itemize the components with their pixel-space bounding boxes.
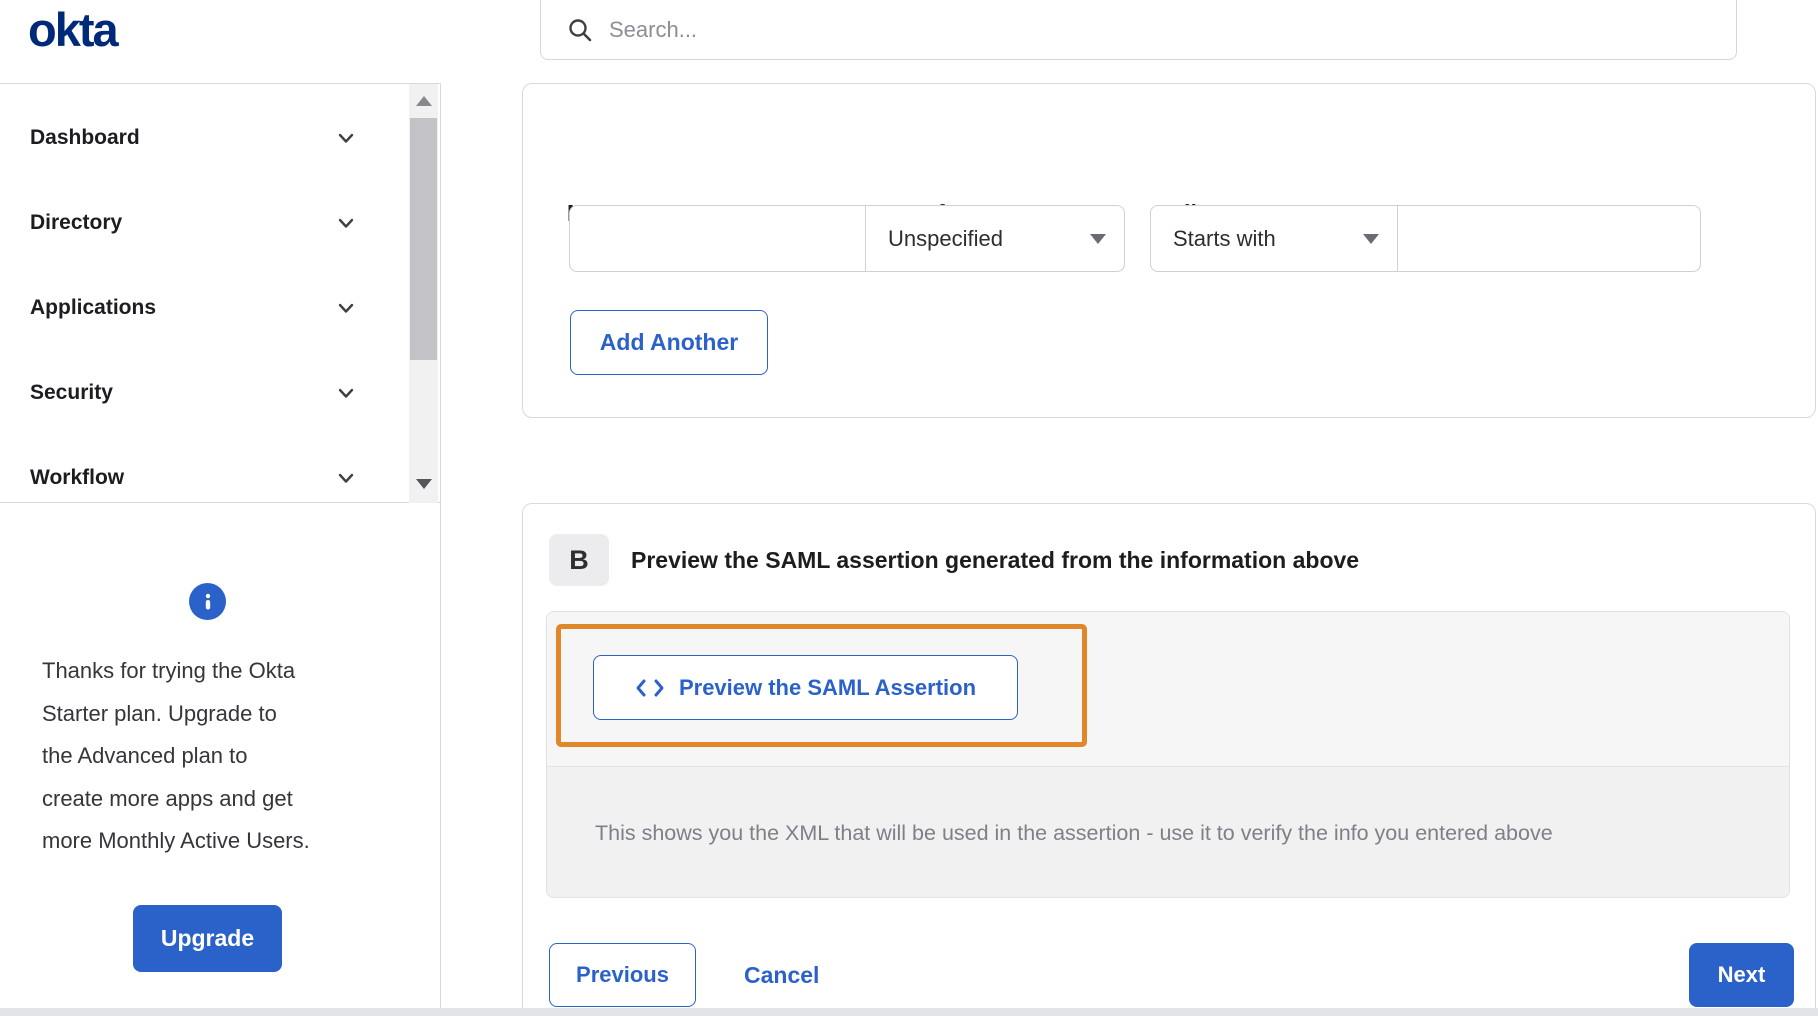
sidebar-item-dashboard[interactable]: Dashboard bbox=[0, 95, 440, 180]
chevron-down-icon bbox=[338, 473, 354, 483]
sidebar-item-security[interactable]: Security bbox=[0, 350, 440, 435]
search-icon bbox=[569, 19, 592, 42]
step-b-badge: B bbox=[549, 534, 609, 586]
add-another-button[interactable]: Add Another bbox=[570, 310, 768, 375]
preview-hint-text: This shows you the XML that will be used… bbox=[595, 820, 1553, 845]
dropdown-caret-icon bbox=[1363, 233, 1379, 244]
previous-button[interactable]: Previous bbox=[549, 943, 696, 1007]
viewport-bottom-band bbox=[0, 1008, 1818, 1016]
preview-button-section: Preview the SAML Assertion bbox=[547, 612, 1789, 767]
sidebar-scrollbar[interactable] bbox=[409, 84, 438, 503]
search-placeholder: Search... bbox=[609, 17, 698, 42]
preview-saml-assertion-button[interactable]: Preview the SAML Assertion bbox=[593, 655, 1018, 720]
sidebar-nav: Dashboard Directory Applications Securit… bbox=[0, 83, 440, 503]
preview-saml-card: B Preview the SAML assertion generated f… bbox=[522, 503, 1816, 1012]
upgrade-message-line: Thanks for trying the Okta bbox=[42, 658, 296, 683]
filter-value-input[interactable] bbox=[1398, 205, 1701, 272]
upgrade-message-line: the Advanced plan to bbox=[42, 743, 248, 768]
info-icon bbox=[189, 583, 226, 620]
preview-panel: Preview the SAML Assertion This shows yo… bbox=[546, 611, 1790, 898]
filter-operator-select[interactable]: Starts with bbox=[1150, 205, 1398, 272]
dropdown-caret-icon bbox=[1090, 233, 1106, 244]
chevron-down-icon bbox=[338, 388, 354, 398]
sidebar-item-directory[interactable]: Directory bbox=[0, 180, 440, 265]
chevron-down-icon bbox=[338, 303, 354, 313]
okta-admin-page: okta Search... Dashboard Directory Appli… bbox=[0, 0, 1818, 1016]
attribute-form-card: Name Name format (optional) Filter Unspe… bbox=[522, 83, 1816, 418]
okta-logo: okta bbox=[28, 3, 119, 56]
scroll-up-icon[interactable] bbox=[416, 96, 432, 106]
sidebar-item-applications[interactable]: Applications bbox=[0, 265, 440, 350]
filter-operator-value: Starts with bbox=[1173, 225, 1276, 251]
scroll-down-icon[interactable] bbox=[416, 479, 432, 489]
chevron-down-icon bbox=[338, 218, 354, 228]
chevron-down-icon bbox=[338, 133, 354, 143]
cancel-link[interactable]: Cancel bbox=[722, 943, 841, 1007]
sidebar-item-workflow[interactable]: Workflow bbox=[0, 435, 440, 502]
scrollbar-thumb[interactable] bbox=[410, 118, 437, 360]
upgrade-message-line: more Monthly Active Users. bbox=[42, 828, 310, 853]
upgrade-message-line: Starter plan. Upgrade to bbox=[42, 700, 277, 726]
upgrade-button[interactable]: Upgrade bbox=[133, 905, 282, 972]
name-format-value: Unspecified bbox=[888, 225, 1003, 251]
upgrade-message: Thanks for trying the Okta Starter plan.… bbox=[42, 650, 352, 863]
search-bar[interactable]: Search... bbox=[540, 0, 1737, 60]
name-input[interactable] bbox=[569, 205, 866, 272]
sidebar-divider bbox=[440, 83, 441, 1016]
upgrade-message-line: create more apps and get bbox=[42, 785, 293, 811]
step-b-title: Preview the SAML assertion generated fro… bbox=[631, 546, 1360, 573]
preview-button-label: Preview the SAML Assertion bbox=[678, 674, 977, 700]
code-icon bbox=[636, 679, 664, 696]
name-format-select[interactable]: Unspecified bbox=[866, 205, 1125, 272]
next-button[interactable]: Next bbox=[1689, 943, 1794, 1007]
preview-hint-section: This shows you the XML that will be used… bbox=[547, 767, 1789, 897]
